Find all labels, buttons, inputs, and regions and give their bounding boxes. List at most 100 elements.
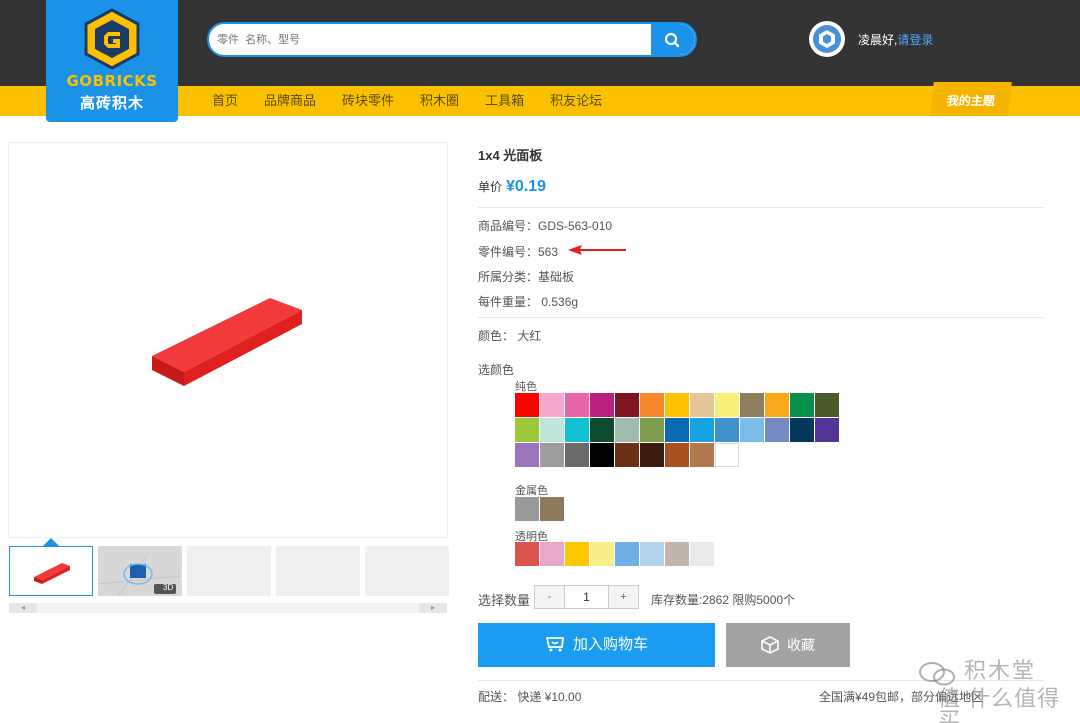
price-value: ¥0.19 — [506, 178, 547, 195]
color-swatch[interactable] — [515, 393, 539, 417]
search-button[interactable] — [651, 24, 695, 55]
color-swatch[interactable] — [590, 443, 614, 467]
color-swatch[interactable] — [715, 418, 739, 442]
color-swatch[interactable] — [715, 393, 739, 417]
color-swatch[interactable] — [765, 393, 789, 417]
color-swatch[interactable] — [540, 497, 564, 521]
quantity-minus-button[interactable]: - — [535, 586, 564, 608]
color-swatch[interactable] — [690, 393, 714, 417]
color-swatch[interactable] — [640, 542, 664, 566]
nav-item-forum[interactable]: 积友论坛 — [550, 86, 602, 116]
select-color-label: 选颜色 — [478, 363, 515, 377]
weight: 每件重量： 0.536g — [478, 295, 579, 309]
product-title: 1x4 光面板 — [478, 148, 543, 163]
cart-icon — [545, 636, 564, 652]
color-swatch[interactable] — [640, 393, 664, 417]
watermark: 积木堂 值 什么值得买 — [918, 658, 1078, 723]
search-bar — [207, 22, 697, 57]
color-swatch[interactable] — [790, 418, 814, 442]
color-swatch[interactable] — [515, 497, 539, 521]
nav-item-brand-products[interactable]: 品牌商品 — [264, 86, 316, 116]
transparent-color-swatches — [515, 542, 839, 566]
color-swatch[interactable] — [590, 393, 614, 417]
search-icon — [664, 32, 680, 48]
color-swatch[interactable] — [615, 393, 639, 417]
color-swatch[interactable] — [715, 443, 739, 467]
shipping-info: 配送： 快递 ¥10.00 — [478, 690, 582, 704]
color-swatch[interactable] — [690, 418, 714, 442]
thumbnail-pointer — [43, 538, 59, 546]
price-label: 单价 — [478, 180, 503, 194]
main-nav: 首页 品牌商品 砖块零件 积木圈 工具箱 积友论坛 — [212, 86, 628, 116]
thumbnail-2-3d[interactable]: 3D — [97, 546, 182, 597]
quantity-input[interactable] — [564, 586, 609, 608]
color-swatch[interactable] — [690, 542, 714, 566]
my-theme-tab[interactable]: 我的主题 — [930, 82, 1012, 116]
gobricks-logo-icon — [84, 8, 140, 70]
solid-color-swatches — [515, 393, 839, 467]
color-swatch[interactable] — [665, 542, 689, 566]
brand-name-en: GOBRICKS — [66, 72, 158, 90]
color-swatch[interactable] — [640, 418, 664, 442]
color-swatch[interactable] — [540, 393, 564, 417]
nav-item-brick-parts[interactable]: 砖块零件 — [342, 86, 394, 116]
stock-info: 库存数量:2862 限购5000个 — [651, 593, 796, 607]
color-swatch[interactable] — [640, 443, 664, 467]
nav-item-toolbox[interactable]: 工具箱 — [485, 86, 524, 116]
color-swatch[interactable] — [590, 418, 614, 442]
color-swatch[interactable] — [815, 418, 839, 442]
color-swatch[interactable] — [515, 542, 539, 566]
color-swatch[interactable] — [615, 418, 639, 442]
color-swatch[interactable] — [765, 418, 789, 442]
brand-name-cn: 高砖积木 — [79, 95, 144, 112]
color-swatch[interactable] — [665, 443, 689, 467]
color-swatch[interactable] — [790, 393, 814, 417]
color-swatch[interactable] — [515, 418, 539, 442]
watermark-text-1: 积木堂 — [964, 658, 1037, 683]
thumbnail-scrollbar[interactable]: ◂ ▸ — [9, 603, 447, 613]
category: 所属分类：基础板 — [478, 270, 575, 284]
thumbnail-1[interactable] — [9, 546, 93, 596]
login-link[interactable]: 请登录 — [897, 33, 933, 47]
divider — [478, 207, 1044, 208]
color-swatch[interactable] — [815, 393, 839, 417]
favorite-button[interactable]: 收藏 — [726, 623, 850, 667]
thumbnail-4[interactable] — [276, 546, 360, 596]
color-swatch[interactable] — [565, 542, 589, 566]
add-to-cart-button[interactable]: 加入购物车 — [478, 623, 715, 667]
current-color: 颜色： 大红 — [478, 329, 542, 343]
scroll-left-button[interactable]: ◂ — [9, 603, 37, 613]
quantity-plus-button[interactable]: + — [609, 586, 638, 608]
site-logo[interactable]: GOBRICKS 高砖积木 — [46, 0, 178, 122]
avatar[interactable] — [809, 21, 845, 57]
color-swatch[interactable] — [565, 443, 589, 467]
red-arrow-annotation — [568, 245, 626, 255]
color-swatch[interactable] — [565, 418, 589, 442]
greeting: 凌晨好,请登录 — [858, 31, 933, 48]
color-swatch[interactable] — [540, 418, 564, 442]
color-swatch[interactable] — [590, 542, 614, 566]
color-swatch[interactable] — [565, 393, 589, 417]
thumbnail-3[interactable] — [187, 546, 271, 596]
color-swatch[interactable] — [540, 443, 564, 467]
scroll-right-button[interactable]: ▸ — [419, 603, 447, 613]
part-number: 零件编号：563 — [478, 245, 559, 259]
color-group-metallic-label: 金属色 — [515, 485, 548, 497]
thumbnail-5[interactable] — [365, 546, 449, 596]
favorite-label: 收藏 — [787, 637, 815, 653]
color-swatch[interactable] — [665, 393, 689, 417]
nav-item-home[interactable]: 首页 — [212, 86, 238, 116]
color-swatch[interactable] — [615, 443, 639, 467]
color-swatch[interactable] — [615, 542, 639, 566]
red-brick-image — [152, 298, 302, 386]
greeting-text: 凌晨好, — [858, 33, 898, 47]
color-swatch[interactable] — [665, 418, 689, 442]
product-code: 商品编号：GDS-563-010 — [478, 219, 613, 233]
color-swatch[interactable] — [690, 443, 714, 467]
color-swatch[interactable] — [515, 443, 539, 467]
color-swatch[interactable] — [740, 418, 764, 442]
color-swatch[interactable] — [740, 393, 764, 417]
color-swatch[interactable] — [540, 542, 564, 566]
nav-item-brick-circle[interactable]: 积木圈 — [420, 86, 459, 116]
search-input[interactable] — [209, 24, 654, 55]
